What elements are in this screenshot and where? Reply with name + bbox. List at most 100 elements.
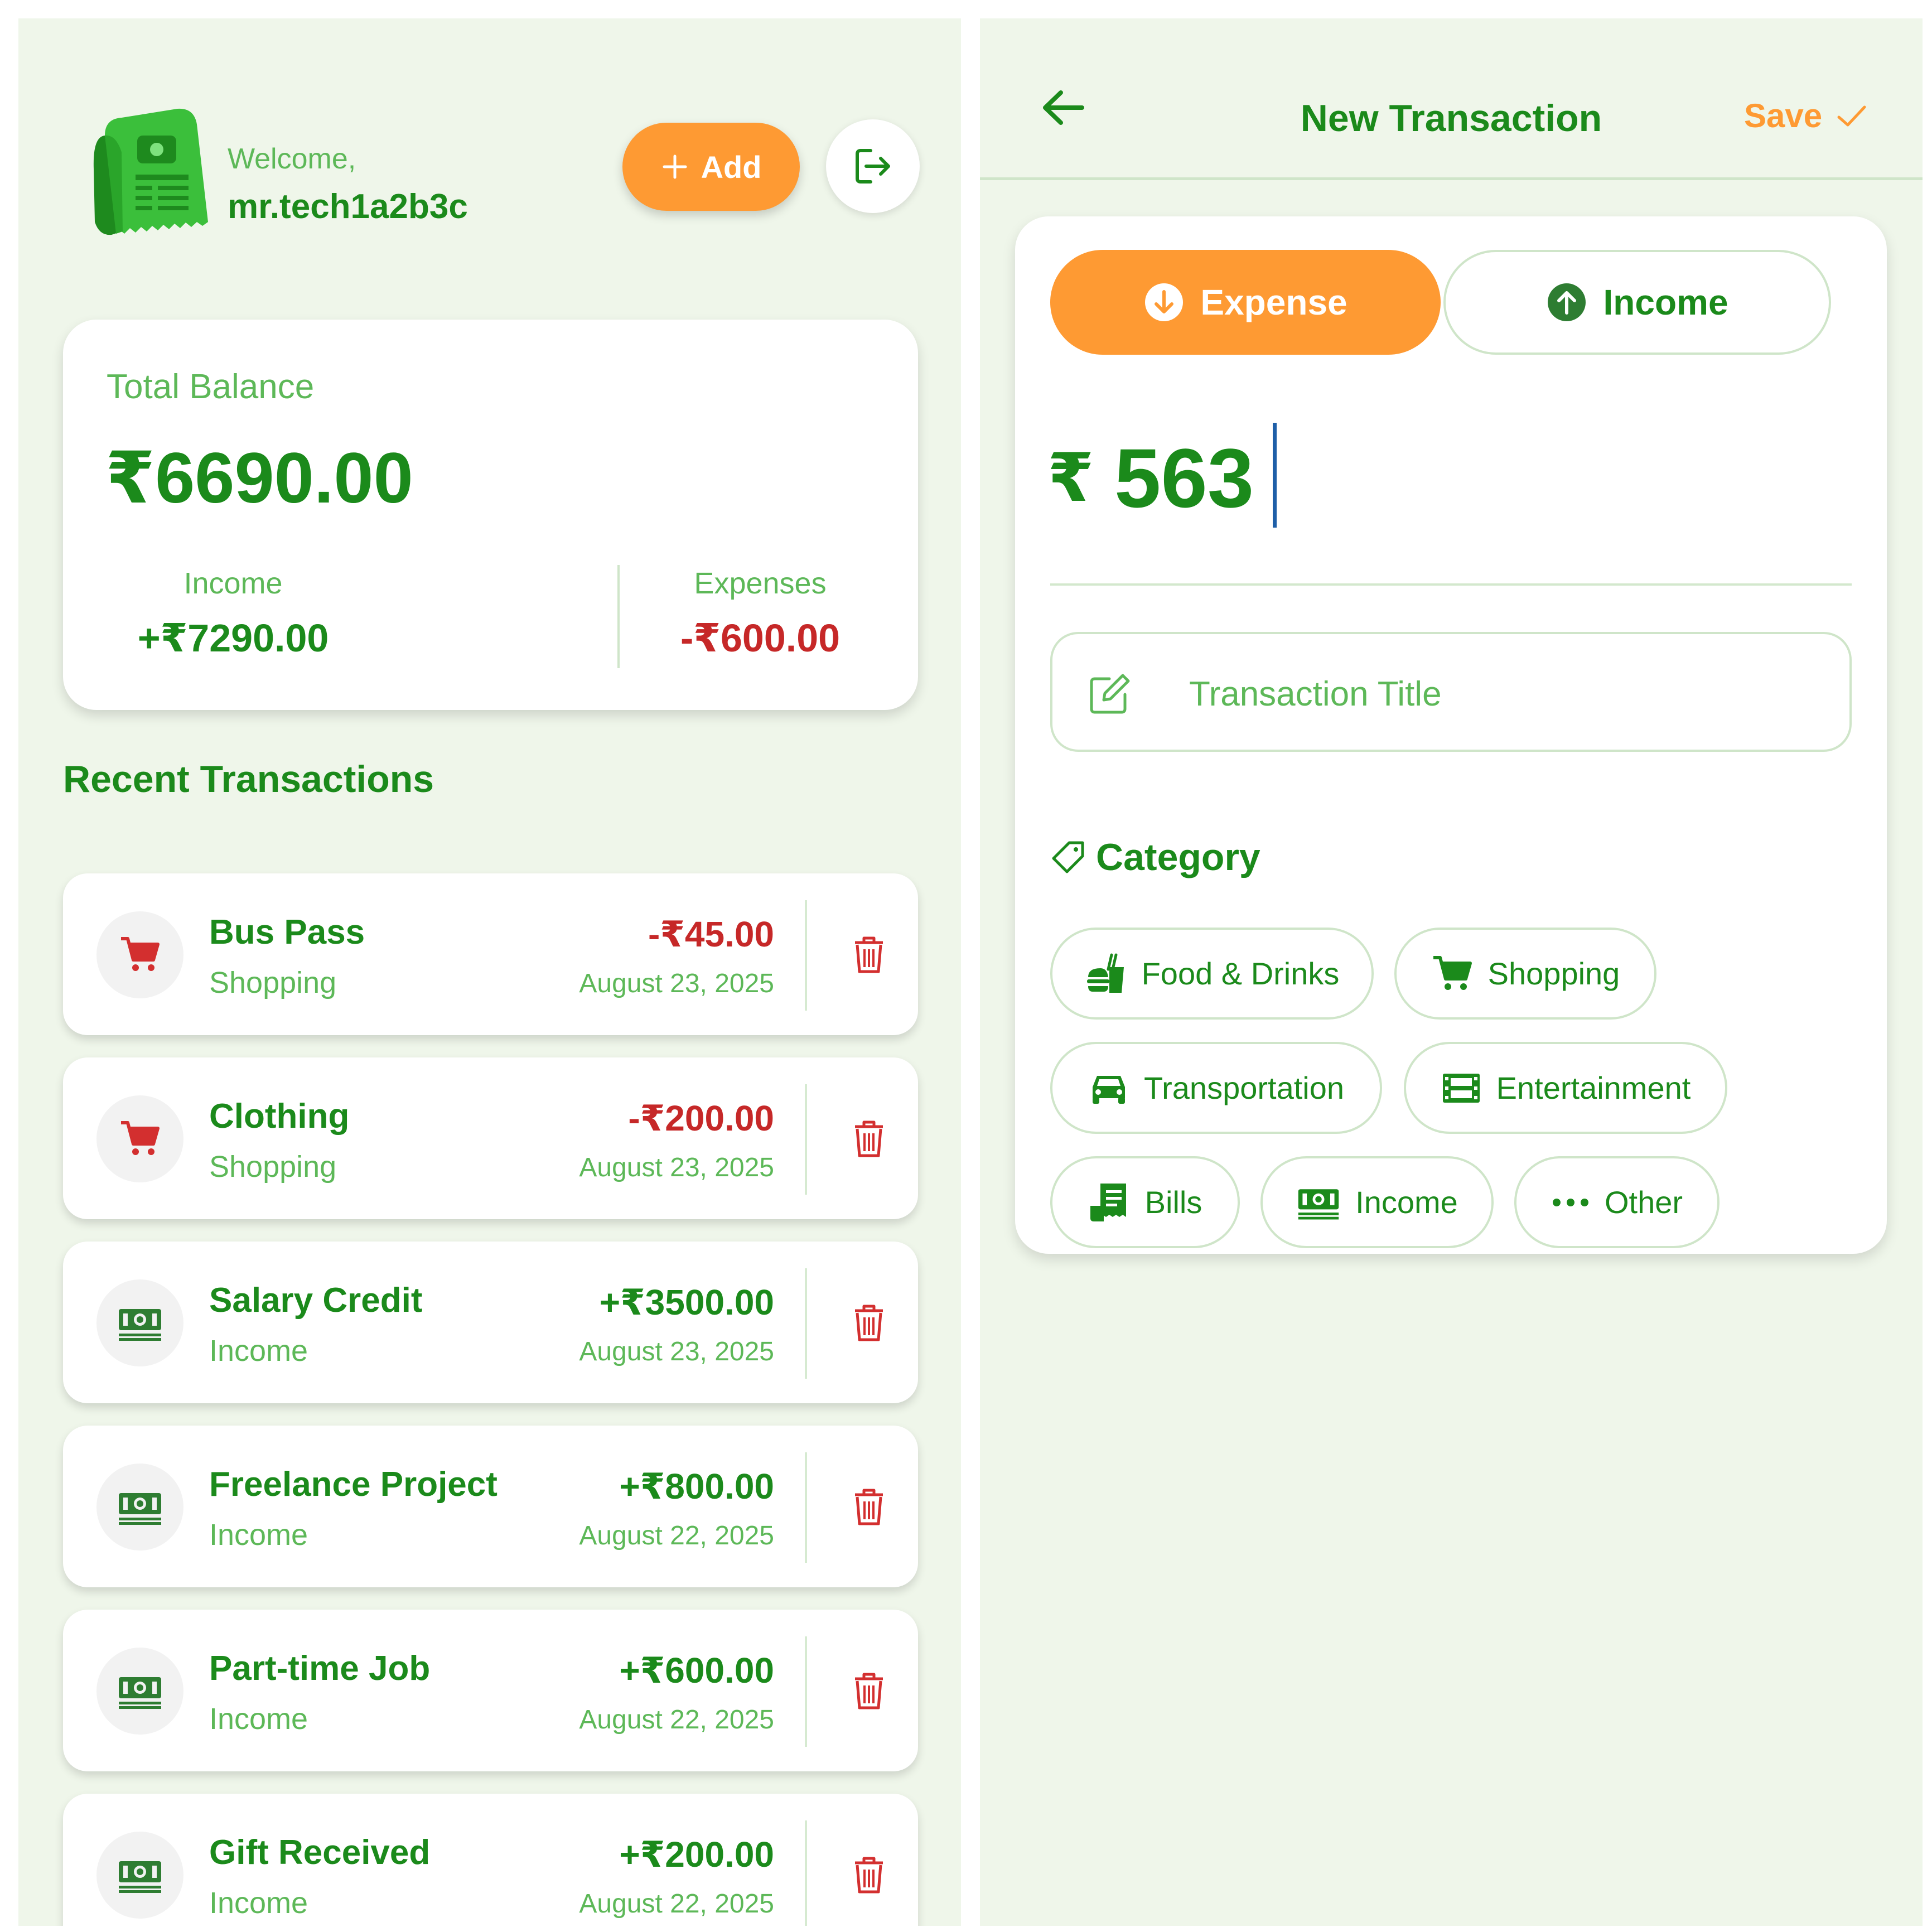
transaction-amount: +₹3500.00 — [599, 1282, 774, 1322]
row-divider — [805, 1084, 807, 1195]
transaction-date: August 23, 2025 — [579, 969, 774, 998]
transaction-title: Freelance Project — [209, 1465, 498, 1504]
category-chip-label: Entertainment — [1496, 1070, 1691, 1105]
expenses-value: -₹600.00 — [680, 616, 841, 660]
logout-button[interactable] — [826, 119, 920, 213]
category-chip-label: Bills — [1144, 1185, 1202, 1220]
row-divider — [805, 900, 807, 1011]
category-chip-label: Shopping — [1487, 956, 1620, 991]
category-heading: Category — [1050, 835, 1260, 879]
transaction-date: August 23, 2025 — [579, 1153, 774, 1182]
category-chip-income[interactable]: Income — [1260, 1156, 1494, 1248]
expenses-label: Expenses — [694, 567, 827, 600]
currency-symbol: ₹ — [1047, 441, 1094, 515]
trash-icon — [855, 1857, 883, 1894]
expense-toggle[interactable]: Expense — [1050, 250, 1441, 355]
expense-label: Expense — [1200, 282, 1347, 322]
transaction-title: Gift Received — [209, 1833, 431, 1872]
money-icon — [96, 1464, 183, 1551]
category-chip-entertainment[interactable]: Entertainment — [1404, 1042, 1727, 1134]
receipt-logo-icon — [83, 102, 225, 253]
transaction-date: August 22, 2025 — [579, 1705, 774, 1735]
delete-transaction-button[interactable] — [844, 1481, 894, 1532]
edit-icon — [1090, 674, 1130, 714]
delete-transaction-button[interactable] — [844, 1297, 894, 1347]
transaction-item[interactable]: Part-time Job Income +₹600.00 August 22,… — [63, 1610, 918, 1771]
header-divider — [980, 177, 1923, 180]
trash-icon — [855, 1489, 883, 1525]
transaction-item[interactable]: Gift Received Income +₹200.00 August 22,… — [63, 1794, 918, 1926]
delete-transaction-button[interactable] — [844, 1113, 894, 1163]
trash-icon — [855, 1305, 883, 1341]
transaction-item[interactable]: Clothing Shopping -₹200.00 August 23, 20… — [63, 1057, 918, 1219]
category-chip-transportation[interactable]: Transportation — [1050, 1042, 1382, 1134]
category-chip-bills[interactable]: Bills — [1050, 1156, 1240, 1248]
welcome-label: Welcome, — [228, 143, 356, 175]
amount-underline — [1050, 583, 1852, 586]
category-chip-label: Income — [1355, 1185, 1458, 1220]
plus-icon — [663, 154, 687, 179]
title-placeholder: Transaction Title — [1189, 675, 1442, 713]
add-label: Add — [701, 149, 762, 185]
amount-input[interactable]: 563 — [1114, 430, 1254, 527]
row-divider — [805, 1268, 807, 1379]
balance-amount: ₹6690.00 — [105, 438, 413, 518]
save-label: Save — [1744, 97, 1823, 134]
text-caret — [1273, 423, 1277, 528]
income-toggle[interactable]: Income — [1443, 250, 1831, 355]
transaction-date: August 22, 2025 — [579, 1521, 774, 1551]
category-chip-label: Food & Drinks — [1141, 956, 1340, 991]
arrow-down-circle-icon — [1145, 283, 1184, 321]
trash-icon — [855, 1673, 883, 1709]
check-icon — [1837, 105, 1866, 126]
transaction-category: Shopping — [209, 1150, 337, 1184]
add-transaction-button[interactable]: Add — [622, 123, 800, 211]
transaction-item[interactable]: Freelance Project Income +₹800.00 August… — [63, 1426, 918, 1587]
income-label: Income — [183, 567, 283, 600]
row-divider — [805, 1820, 807, 1926]
transaction-amount: -₹200.00 — [628, 1098, 774, 1138]
recent-transactions-heading: Recent Transactions — [63, 758, 434, 800]
transaction-date: August 22, 2025 — [579, 1889, 774, 1919]
cart-icon — [96, 1095, 183, 1182]
save-button[interactable]: Save — [1744, 96, 1868, 135]
balance-card: Total Balance ₹6690.00 Income +₹7290.00 … — [63, 320, 918, 710]
balance-title: Total Balance — [107, 368, 315, 406]
transaction-category: Income — [209, 1518, 308, 1552]
transaction-category: Income — [209, 1886, 308, 1920]
category-chip-label: Transportation — [1144, 1070, 1344, 1105]
transaction-amount: +₹800.00 — [619, 1466, 774, 1506]
transaction-category: Income — [209, 1334, 308, 1368]
tag-icon — [1052, 841, 1084, 873]
transaction-amount: -₹45.00 — [648, 914, 774, 954]
more-dots-icon — [1552, 1198, 1588, 1206]
food-icon — [1086, 953, 1124, 993]
logout-icon — [856, 149, 890, 183]
income-value: +₹7290.00 — [137, 616, 329, 660]
bills-icon — [1090, 1183, 1126, 1221]
film-icon — [1442, 1073, 1480, 1103]
transaction-amount: +₹200.00 — [619, 1834, 774, 1875]
category-chip-shopping[interactable]: Shopping — [1394, 928, 1656, 1020]
username: mr.tech1a2b3c — [228, 187, 468, 226]
delete-transaction-button[interactable] — [844, 1849, 894, 1900]
category-chip-label: Other — [1604, 1185, 1683, 1220]
category-label: Category — [1096, 836, 1260, 878]
money-icon — [96, 1832, 183, 1919]
delete-transaction-button[interactable] — [844, 1665, 894, 1716]
category-chip-food[interactable]: Food & Drinks — [1050, 928, 1374, 1020]
transaction-category: Income — [209, 1702, 308, 1736]
transaction-title-field[interactable]: Transaction Title — [1050, 632, 1852, 752]
category-chip-other[interactable]: Other — [1514, 1156, 1720, 1248]
transaction-item[interactable]: Bus Pass Shopping -₹45.00 August 23, 202… — [63, 873, 918, 1035]
money-icon — [1298, 1189, 1339, 1219]
cart-icon — [1433, 955, 1472, 990]
cart-icon — [96, 911, 183, 998]
arrow-up-circle-icon — [1548, 283, 1586, 321]
transaction-item[interactable]: Salary Credit Income +₹3500.00 August 23… — [63, 1242, 918, 1403]
money-icon — [96, 1279, 183, 1366]
car-icon — [1093, 1075, 1125, 1104]
delete-transaction-button[interactable] — [844, 929, 894, 979]
transaction-title: Clothing — [209, 1097, 350, 1136]
trash-icon — [855, 1120, 883, 1157]
